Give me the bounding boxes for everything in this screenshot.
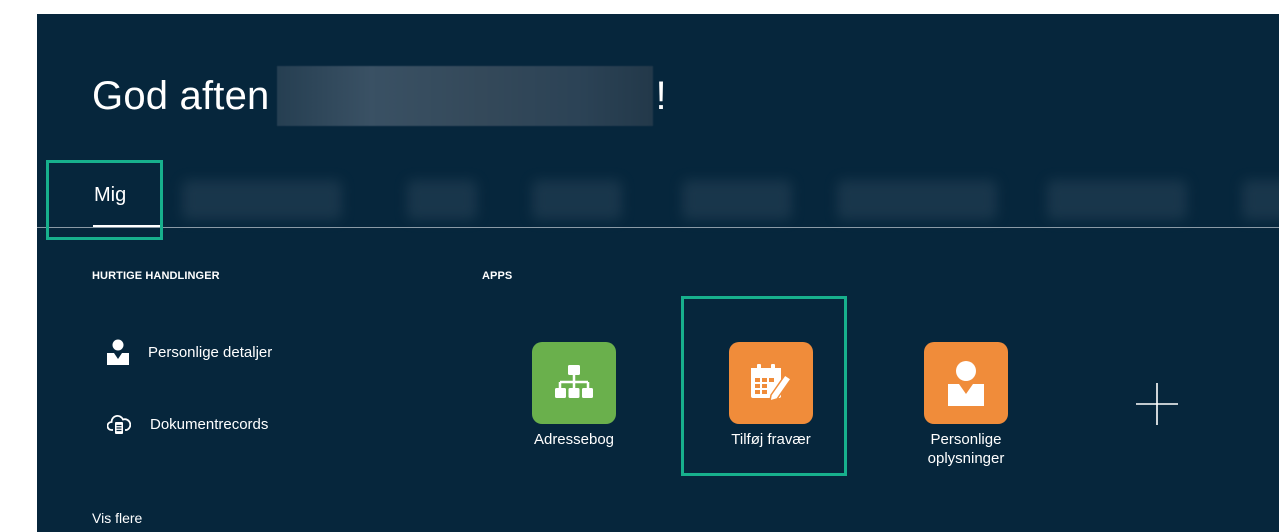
- add-app-button[interactable]: [1135, 382, 1179, 431]
- show-more-link[interactable]: Vis flere: [92, 510, 142, 526]
- tab-redacted-6[interactable]: [1047, 180, 1187, 220]
- tab-redacted-1[interactable]: [182, 180, 342, 220]
- cloud-document-icon: [107, 415, 131, 434]
- quick-action-label: Dokumentrecords: [150, 415, 269, 433]
- app-personlige-oplysninger[interactable]: Personlige oplysninger: [896, 342, 1036, 468]
- tab-redacted-7[interactable]: [1242, 180, 1279, 220]
- quick-action-label: Personlige detaljer: [148, 343, 273, 361]
- app-label: Adressebog: [533, 431, 615, 448]
- org-chart-icon: [555, 365, 593, 398]
- tab-mig-highlight: [46, 160, 163, 240]
- quick-action-personal-details[interactable]: Personlige detaljer: [107, 339, 272, 365]
- app-label-line1: Personlige: [930, 431, 1002, 448]
- person-icon: [107, 339, 129, 365]
- tab-redacted-2[interactable]: [407, 180, 477, 220]
- app-tilfoej-fravaer-highlight: [681, 296, 847, 476]
- tab-redacted-5[interactable]: [837, 180, 997, 220]
- tab-redacted-3[interactable]: [532, 180, 622, 220]
- redacted-user-name: [277, 66, 654, 126]
- tab-strip-divider: [37, 227, 1279, 228]
- greeting-text: God aften: [92, 73, 270, 118]
- tab-redacted-4[interactable]: [682, 180, 792, 220]
- plus-icon: [1136, 383, 1178, 425]
- app-adressebog[interactable]: Adressebog: [504, 342, 644, 449]
- quick-action-document-records[interactable]: Dokumentrecords: [107, 413, 268, 435]
- home-page: God aften ! Mig HURTIGE HANDLINGER Perso…: [37, 14, 1279, 532]
- app-tile: [924, 342, 1008, 424]
- app-label-line2: oplysninger: [927, 450, 1005, 467]
- app-tile: [532, 342, 616, 424]
- greeting-suffix: !: [655, 73, 667, 118]
- greeting: God aften !: [92, 66, 667, 126]
- app-label: Personlige oplysninger: [896, 430, 1036, 468]
- quick-actions-heading: HURTIGE HANDLINGER: [92, 270, 220, 282]
- apps-heading: APPS: [482, 270, 513, 282]
- person-icon: [948, 361, 984, 406]
